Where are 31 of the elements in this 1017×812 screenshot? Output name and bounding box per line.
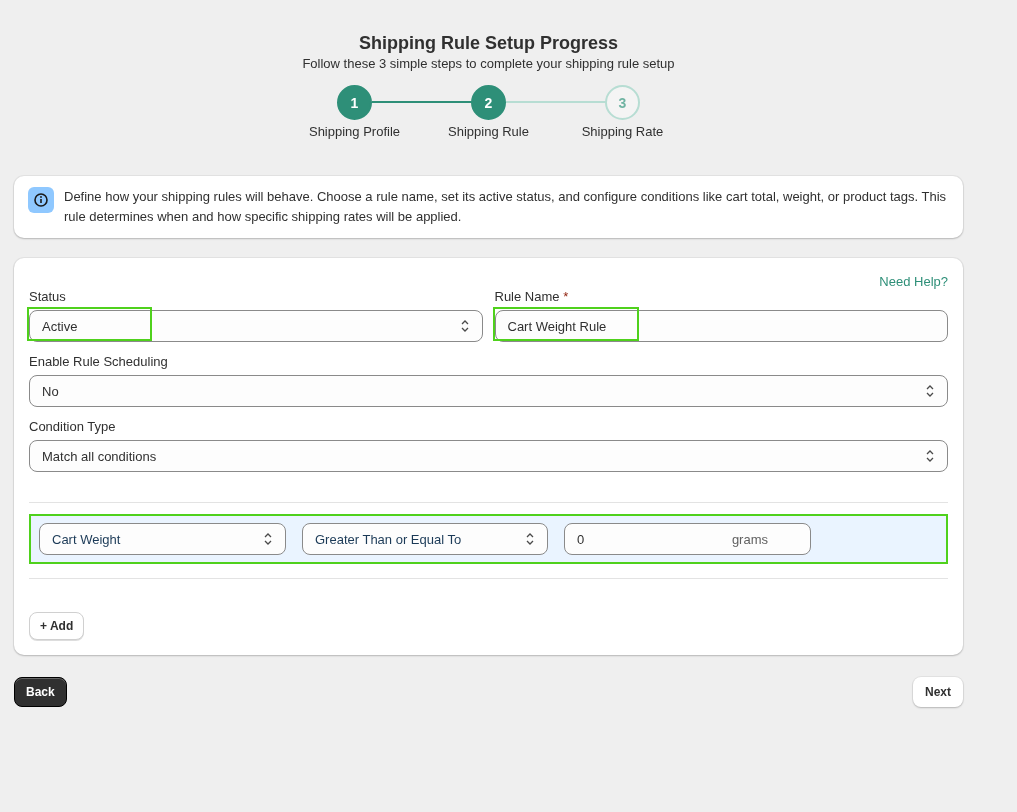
add-button[interactable]: + Add bbox=[29, 612, 85, 640]
step-circle: 2 bbox=[471, 85, 506, 120]
chevron-up-down-icon bbox=[525, 532, 535, 546]
page-subtitle: Follow these 3 simple steps to complete your shipping rule setup bbox=[302, 56, 675, 71]
field-label: Enable Rule Scheduling bbox=[29, 354, 169, 369]
field-label: Condition Type bbox=[29, 419, 117, 434]
chevron-up-down-icon bbox=[263, 532, 273, 546]
chevron-up-down-icon bbox=[925, 384, 935, 398]
step-label: Shipping Rule bbox=[448, 124, 529, 139]
field-label: Status bbox=[29, 289, 67, 304]
condition-type-select[interactable]: Match all conditions bbox=[29, 440, 948, 472]
condition-operator-select[interactable]: Greater Than or Equal To bbox=[302, 523, 548, 555]
step-circle: 3 bbox=[605, 85, 640, 120]
condition-value-input[interactable]: 0 grams bbox=[564, 523, 811, 555]
chevron-up-down-icon bbox=[459, 319, 470, 333]
scheduling-select[interactable]: No bbox=[29, 375, 948, 407]
field-label: Rule Name * bbox=[494, 289, 570, 304]
next-button[interactable]: Next bbox=[913, 677, 963, 707]
condition-field-select[interactable]: Cart Weight bbox=[39, 523, 286, 555]
help-link[interactable]: Need Help? bbox=[879, 274, 948, 289]
info-icon bbox=[28, 187, 54, 213]
step-label: Shipping Rate bbox=[581, 124, 664, 139]
unit-suffix: grams bbox=[731, 531, 768, 547]
step-circle: 1 bbox=[337, 85, 372, 120]
step-label: Shipping Profile bbox=[308, 124, 401, 139]
info-text: Define how your shipping rules will behave. Choose a rule name, set its active status, and configure conditions like cart total, weight, or product tags. This rule determines when and how specific shipping rates will be applied. bbox=[64, 188, 948, 226]
back-button[interactable]: Back bbox=[14, 677, 67, 707]
chevron-up-down-icon bbox=[925, 449, 935, 463]
page-title: Shipping Rule Setup Progress bbox=[359, 32, 618, 55]
rule-name-input[interactable]: Cart Weight Rule bbox=[494, 310, 948, 342]
status-select[interactable]: Active bbox=[29, 310, 483, 342]
